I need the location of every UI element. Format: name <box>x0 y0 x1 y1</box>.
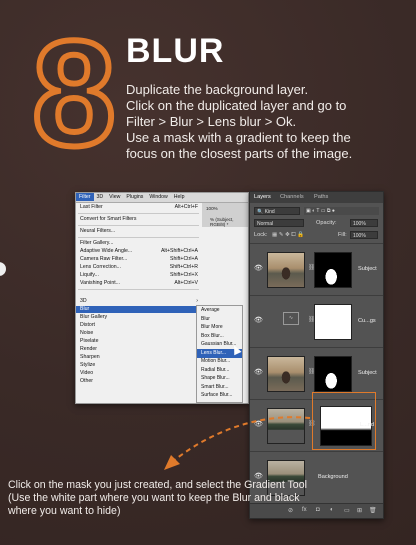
tab-layers[interactable]: Layers <box>254 194 271 200</box>
menu-item-camera-raw[interactable]: Camera Raw Filter... Shift+Ctrl+A <box>76 256 201 263</box>
description-line: Click on the duplicated layer and go to <box>126 98 347 113</box>
menu-item-other[interactable]: Other› <box>76 378 201 385</box>
description-line: Duplicate the background layer. <box>126 82 309 97</box>
layer-name: Subject <box>358 370 377 376</box>
lock-icons[interactable]: ▦ ✎ ✥ ⧠ 🔒 <box>272 232 304 239</box>
layer-curves[interactable]: 👁 ∿ ⛓ Cu...gs <box>250 295 383 348</box>
curves-adjustment-icon: ∿ <box>283 312 299 325</box>
description-line: focus on the closest parts of the image. <box>126 146 353 161</box>
menu-item-stylize[interactable]: Stylize› <box>76 362 201 369</box>
trash-icon[interactable]: 🗑 <box>369 507 377 514</box>
tab-channels[interactable]: Channels <box>280 194 304 200</box>
layer-thumbnail <box>267 356 305 392</box>
layer-subject-top[interactable]: 👁 ⛓ Subject <box>250 243 383 296</box>
menu-item-sharpen[interactable]: Sharpen› <box>76 354 201 361</box>
layer-name: Background <box>318 474 348 480</box>
mask-highlight-box <box>312 392 376 450</box>
opacity-label: Opacity: <box>316 220 337 226</box>
menu-item-noise[interactable]: Noise› <box>76 330 201 337</box>
instruction-text: Click on the mask you just created, and … <box>8 479 307 517</box>
filter-menu-screenshot: Filter 3D View Plugins Window Help 100% % (Su… <box>75 192 249 404</box>
eye-icon[interactable]: 👁 <box>254 368 263 376</box>
new-layer-icon[interactable]: ⊞ <box>357 507 362 514</box>
options-bar: 100% % (Subject, RGB/8) * <box>202 203 248 227</box>
menu-item-filter-gallery[interactable]: Filter Gallery... <box>76 240 201 247</box>
description-line: Use a mask with a gradient to keep the <box>126 130 351 145</box>
folder-icon[interactable]: ▭ <box>344 507 350 514</box>
menu-filter[interactable]: Filter <box>76 193 94 201</box>
kind-filter[interactable]: 🔍 Kind <box>254 207 300 215</box>
menu-item-blur-gallery[interactable]: Blur Gallery› <box>76 314 201 321</box>
mask-icon[interactable]: ◘ <box>316 507 320 513</box>
layer-thumbnail <box>267 252 305 288</box>
side-bubble <box>0 262 6 276</box>
doc-tab: % (Subject, RGB/8) * <box>210 217 234 227</box>
curved-arrow-icon <box>164 416 311 470</box>
menu-item-3d[interactable]: 3D › <box>76 298 201 305</box>
eye-icon[interactable]: 👁 <box>254 316 263 324</box>
menu-item-pixelate[interactable]: Pixelate› <box>76 338 201 345</box>
menu-item-last-filter[interactable]: Last Filter Alt+Ctrl+F <box>76 204 201 211</box>
step-title: BLUR <box>126 32 225 70</box>
layer-mask-thumbnail[interactable] <box>314 252 352 288</box>
opacity-value: 100% <box>206 206 218 211</box>
menu-item-vanishing-point[interactable]: Vanishing Point... Alt+Ctrl+V <box>76 280 201 287</box>
panel-tabs: Layers Channels Paths <box>250 192 383 203</box>
fill-label: Fill: <box>338 232 347 238</box>
layer-mask-thumbnail[interactable] <box>314 304 352 340</box>
menu-item-distort[interactable]: Distort› <box>76 322 201 329</box>
filter-icons[interactable]: ▣ ◐ T ▭ ⧉ ● <box>304 207 379 215</box>
menu-item-video[interactable]: Video› <box>76 370 201 377</box>
layer-mask-thumbnail[interactable] <box>314 356 352 392</box>
submenu-item-surface-blur[interactable]: Surface Blur... <box>197 391 242 400</box>
eye-icon[interactable]: 👁 <box>254 264 263 272</box>
layer-name: Cu...gs <box>358 318 376 324</box>
fill-field[interactable]: 100% <box>350 231 378 239</box>
adjustment-icon[interactable]: ◐ <box>330 507 334 513</box>
menu-item-render[interactable]: Render› <box>76 346 201 353</box>
menu-plugins[interactable]: Plugins <box>123 193 146 201</box>
lock-label: Lock: <box>254 232 268 238</box>
menu-3d[interactable]: 3D <box>94 193 107 201</box>
menu-item-neural-filters[interactable]: Neural Filters... <box>76 228 201 235</box>
menu-window[interactable]: Window <box>146 193 170 201</box>
step-number: 8 <box>29 9 118 177</box>
search-icon: 🔍 <box>257 209 265 215</box>
menubar: Filter 3D View Plugins Window Help <box>76 193 248 203</box>
blend-mode-select[interactable]: Normal <box>254 219 304 227</box>
opacity-field[interactable]: 100% <box>350 219 378 227</box>
menu-item-adaptive-wide-angle[interactable]: Adaptive Wide Angle... Alt+Shift+Ctrl+A <box>76 248 201 255</box>
menu-view[interactable]: View <box>106 193 123 201</box>
menu-item-convert-smart-filters[interactable]: Convert for Smart Filters <box>76 216 201 223</box>
menu-item-liquify[interactable]: Liquify... Shift+Ctrl+X <box>76 272 201 279</box>
tab-paths[interactable]: Paths <box>314 194 328 200</box>
description-line: Filter > Blur > Lens blur > Ok. <box>126 114 297 129</box>
menu-item-blur[interactable]: Blur› <box>76 306 201 313</box>
layer-name: Subject <box>358 266 377 272</box>
menu-item-lens-correction[interactable]: Lens Correction... Shift+Ctrl+R <box>76 264 201 271</box>
menu-help[interactable]: Help <box>171 193 188 201</box>
